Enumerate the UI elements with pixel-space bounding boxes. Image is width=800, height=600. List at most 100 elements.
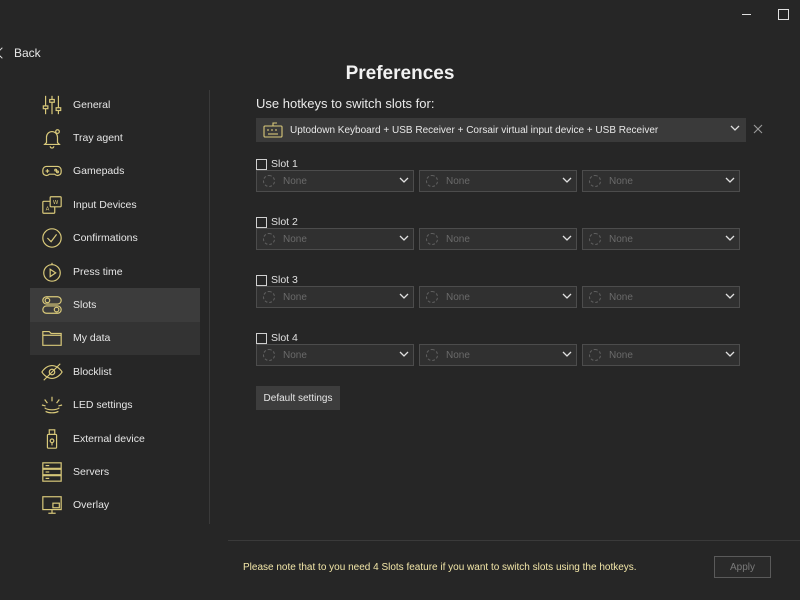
- sidebar-item-label: Blocklist: [73, 365, 112, 378]
- chevron-down-icon: [399, 351, 409, 358]
- monitor-icon: [40, 493, 64, 517]
- page-title: Preferences: [345, 63, 455, 84]
- chevron-left-icon: [0, 47, 8, 59]
- slot-hotkey-select[interactable]: None: [419, 286, 577, 308]
- chevron-down-icon: [562, 235, 572, 242]
- placeholder-circle-icon: [589, 349, 601, 361]
- select-value: None: [446, 349, 470, 361]
- sidebar-item-input-devices[interactable]: AW Input Devices: [30, 188, 200, 221]
- sidebar-item-gamepads[interactable]: Gamepads: [30, 155, 200, 188]
- sliders-icon: [40, 93, 64, 117]
- slot-group: Slot 1 None None None: [256, 156, 746, 192]
- placeholder-circle-icon: [263, 349, 275, 361]
- slot-hotkey-select[interactable]: None: [582, 344, 740, 366]
- footer-note: Please note that to you need 4 Slots fea…: [243, 562, 637, 573]
- sidebar-item-label: My data: [73, 332, 111, 345]
- apply-button[interactable]: Apply: [714, 556, 771, 578]
- slot-group: Slot 3 None None None: [256, 272, 746, 308]
- chevron-down-icon: [562, 293, 572, 300]
- slot-hotkey-select[interactable]: None: [256, 170, 414, 192]
- chevron-down-icon: [725, 293, 735, 300]
- slot-hotkey-select[interactable]: None: [582, 286, 740, 308]
- hotkey-label: Use hotkeys to switch slots for:: [256, 96, 435, 111]
- folder-icon: [40, 326, 64, 350]
- slot-checkbox[interactable]: [256, 216, 267, 228]
- sidebar-item-press-time[interactable]: Press time: [30, 255, 200, 288]
- sidebar-item-label: Confirmations: [73, 232, 138, 245]
- sidebar-item-label: Servers: [73, 465, 110, 478]
- placeholder-circle-icon: [589, 233, 601, 245]
- placeholder-circle-icon: [263, 233, 275, 245]
- chevron-down-icon: [730, 125, 740, 132]
- sidebar-item-confirmations[interactable]: Confirmations: [30, 222, 200, 255]
- keyboard-icon: [263, 122, 283, 138]
- select-value: None: [446, 175, 470, 187]
- minimize-button[interactable]: [738, 6, 754, 22]
- select-value: None: [283, 175, 307, 187]
- maximize-button[interactable]: [775, 6, 791, 22]
- sidebar-item-label: External device: [73, 432, 145, 445]
- placeholder-circle-icon: [426, 349, 438, 361]
- sidebar-item-blocklist[interactable]: Blocklist: [30, 355, 200, 388]
- chevron-down-icon: [399, 235, 409, 242]
- slot-label: Slot 3: [271, 274, 298, 286]
- gamepad-icon: [40, 159, 64, 183]
- slot-hotkey-select[interactable]: None: [582, 228, 740, 250]
- select-value: None: [609, 291, 633, 303]
- chevron-down-icon: [725, 235, 735, 242]
- slots-panel: Use hotkeys to switch slots for: Uptodow…: [256, 96, 776, 410]
- sidebar-item-label: Tray agent: [73, 132, 123, 145]
- placeholder-circle-icon: [263, 291, 275, 303]
- sidebar-item-label: Press time: [73, 265, 123, 278]
- sidebar-item-label: Slots: [73, 299, 97, 312]
- placeholder-circle-icon: [426, 233, 438, 245]
- device-select-value: Uptodown Keyboard + USB Receiver + Corsa…: [290, 124, 659, 136]
- select-value: None: [283, 349, 307, 361]
- svg-text:A: A: [46, 206, 50, 212]
- slot-hotkey-select[interactable]: None: [256, 344, 414, 366]
- sidebar-item-tray-agent[interactable]: Tray agent: [30, 121, 200, 154]
- eye-off-icon: [40, 360, 64, 384]
- slot-label: Slot 4: [271, 332, 298, 344]
- clear-selection-icon[interactable]: [752, 123, 764, 135]
- slot-hotkey-select[interactable]: None: [582, 170, 740, 192]
- sidebar-item-slots[interactable]: Slots: [30, 288, 200, 322]
- sidebar-item-my-data[interactable]: My data: [30, 321, 200, 356]
- slot-label: Slot 1: [271, 158, 298, 170]
- sidebar-item-label: Overlay: [73, 499, 110, 512]
- select-value: None: [609, 349, 633, 361]
- chevron-down-icon: [725, 177, 735, 184]
- default-settings-button[interactable]: Default settings: [256, 386, 340, 410]
- back-button[interactable]: Back: [0, 46, 41, 60]
- placeholder-circle-icon: [426, 291, 438, 303]
- slot-checkbox[interactable]: [256, 158, 267, 170]
- chevron-down-icon: [562, 177, 572, 184]
- slot-hotkey-select[interactable]: None: [419, 228, 577, 250]
- toggles-icon: [40, 293, 64, 317]
- slot-hotkey-select[interactable]: None: [419, 170, 577, 192]
- sidebar: General Tray agent Gamepads AW Input Dev…: [30, 88, 200, 522]
- select-value: None: [609, 233, 633, 245]
- select-value: None: [609, 175, 633, 187]
- slot-checkbox[interactable]: [256, 274, 267, 286]
- slot-hotkey-select[interactable]: None: [256, 228, 414, 250]
- sidebar-item-external-device[interactable]: External device: [30, 422, 200, 455]
- slot-label: Slot 2: [271, 216, 298, 228]
- stopwatch-icon: [40, 260, 64, 284]
- sidebar-item-servers[interactable]: Servers: [30, 455, 200, 488]
- chevron-down-icon: [725, 351, 735, 358]
- usb-device-icon: [40, 427, 64, 451]
- bell-icon: [40, 126, 64, 150]
- servers-icon: [40, 460, 64, 484]
- device-select[interactable]: Uptodown Keyboard + USB Receiver + Corsa…: [256, 118, 746, 142]
- slot-hotkey-select[interactable]: None: [419, 344, 577, 366]
- sidebar-item-general[interactable]: General: [30, 88, 200, 121]
- select-value: None: [283, 291, 307, 303]
- slot-checkbox[interactable]: [256, 332, 267, 344]
- slot-hotkey-select[interactable]: None: [256, 286, 414, 308]
- chevron-down-icon: [399, 177, 409, 184]
- slot-group: Slot 4 None None None: [256, 330, 746, 366]
- sidebar-item-overlay[interactable]: Overlay: [30, 489, 200, 522]
- sidebar-item-led-settings[interactable]: LED settings: [30, 389, 200, 422]
- sidebar-item-label: General: [73, 98, 111, 111]
